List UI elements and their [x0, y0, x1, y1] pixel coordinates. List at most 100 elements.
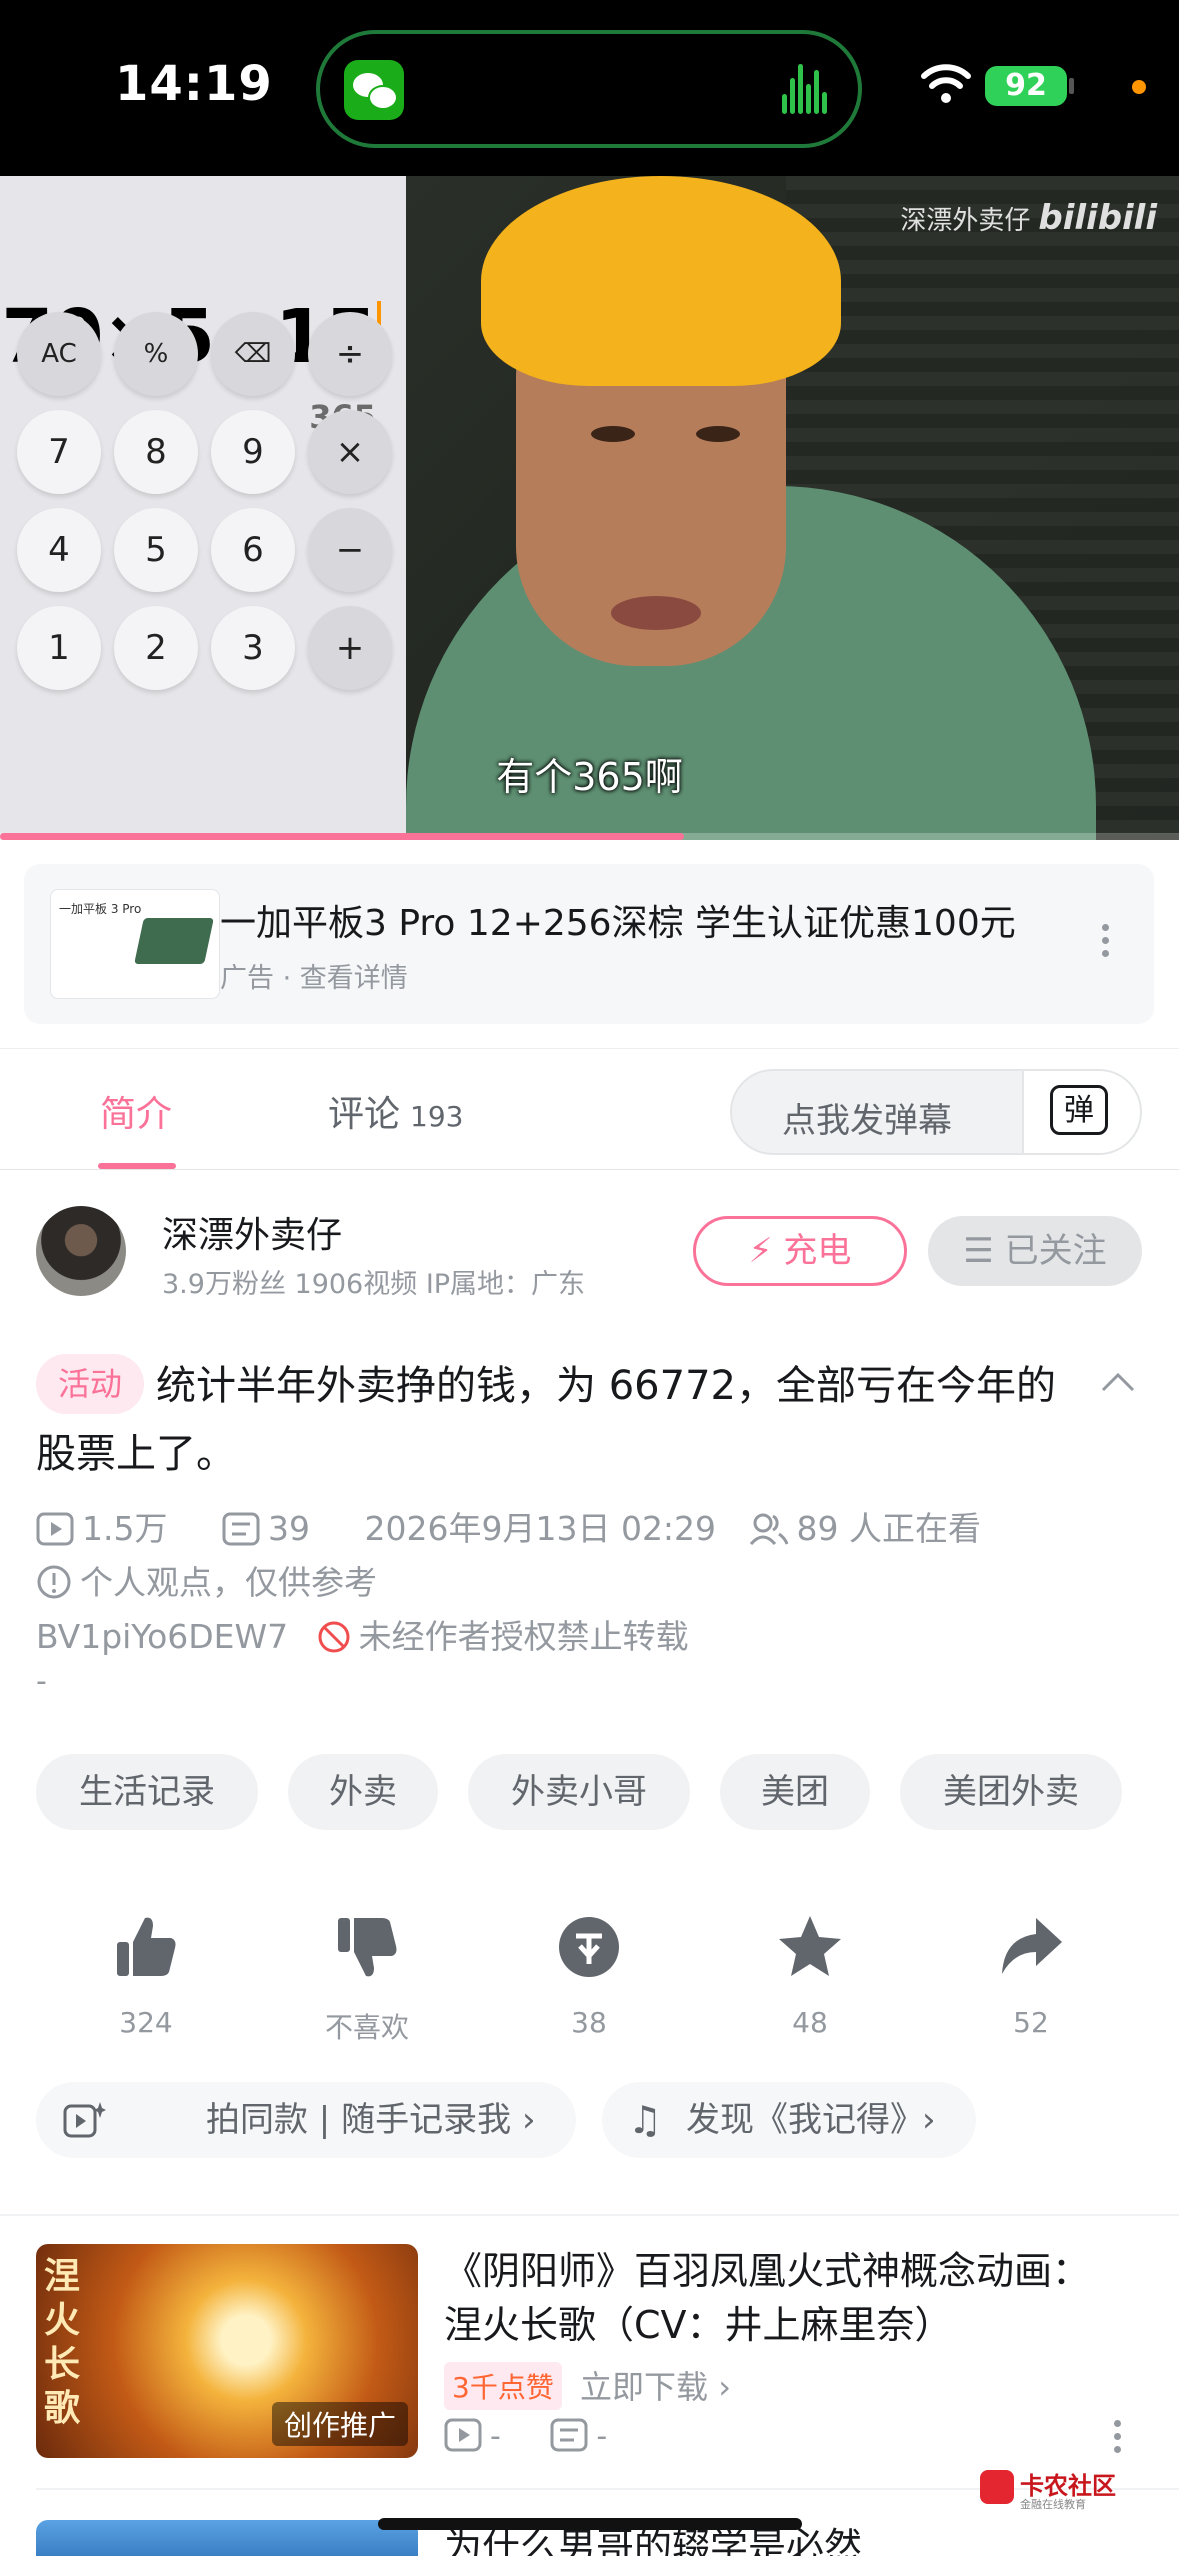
watermark-name: 深漂外卖仔 [900, 206, 1031, 236]
calc-key-three: 3 [211, 606, 295, 690]
dislike-button[interactable]: 不喜欢 [287, 1912, 447, 2046]
tag-chip[interactable]: 美团 [720, 1754, 870, 1830]
coin-count: 38 [571, 2006, 607, 2039]
tag-chip[interactable]: 美团外卖 [900, 1754, 1122, 1830]
chevron-right-icon: › [718, 2368, 731, 2406]
tab-comments-count: 193 [410, 1100, 464, 1133]
wifi-icon [921, 64, 971, 103]
detail-tabs: 简介 评论 193 点我发弹幕 弹 [0, 1048, 1179, 1170]
coin-button[interactable]: 38 [509, 1912, 669, 2039]
video-progress-fill [0, 833, 684, 840]
uploader-stats: 3.9万粉丝 1906视频 IP属地：广东 [162, 1269, 586, 1300]
related-video-title[interactable]: 《阴阳师》百羽凤凰火式神概念动画：涅火长歌（CV：井上麻里奈） [444, 2244, 1094, 2352]
tag-chip[interactable]: 生活记录 [36, 1754, 258, 1830]
site-watermark-sub: 金融在线教育 [1020, 2498, 1086, 2511]
bvid-row: BV1piYo6DEW7 未经作者授权禁止转载 [36, 1610, 689, 1658]
danmaku-placeholder: 点我发弹幕 [782, 1101, 952, 1141]
video-player[interactable]: 70×5+15 365 AC%⌫÷789×456−123+ 深漂外卖仔bilib… [0, 176, 1179, 840]
star-icon [779, 1916, 841, 1976]
activity-badge[interactable]: 活动 [36, 1354, 145, 1414]
danmaku-input[interactable]: 点我发弹幕 弹 [730, 1069, 1142, 1155]
play-count: 1.5万 [82, 1509, 168, 1548]
home-indicator[interactable] [378, 2518, 802, 2530]
ad-more-icon[interactable] [1100, 924, 1110, 964]
danmaku-count: 39 [267, 1509, 310, 1548]
watermark-brand: bilibili [1038, 198, 1157, 238]
video-title: 活动 统计半年外卖挣的钱，为 66772，全部亏在今年的股票上了。 [36, 1352, 1066, 1488]
ad-thumbnail: 一加平板 3 Pro [50, 889, 220, 999]
charge-button[interactable]: ⚡ 充电 [693, 1216, 907, 1286]
tab-comments-label: 评论 [328, 1094, 401, 1135]
uploader-name[interactable]: 深漂外卖仔 [162, 1206, 342, 1258]
video-progress-bar[interactable] [0, 833, 1179, 840]
privacy-dot [1132, 80, 1146, 94]
watching-icon [749, 1513, 788, 1546]
danmaku-count-icon [222, 1512, 260, 1546]
battery-indicator: 92 [985, 66, 1067, 106]
dynamic-island[interactable] [316, 30, 862, 148]
related-video-thumbnail[interactable]: 涅火长歌 创作推广 [36, 2244, 418, 2458]
voice-wave-icon [782, 64, 832, 114]
danmaku-count-icon [550, 2418, 588, 2452]
tab-comments[interactable]: 评论 193 [328, 1085, 463, 1137]
video-frame-person [406, 176, 1179, 840]
calc-key-divide: ÷ [308, 312, 392, 396]
calc-key-six: 6 [211, 508, 295, 592]
play-count-icon [36, 1512, 74, 1546]
like-button[interactable]: 324 [66, 1912, 226, 2039]
favorite-button[interactable]: 48 [730, 1912, 890, 2039]
calc-key-seven: 7 [17, 410, 101, 494]
danmaku-icon: 弹 [1050, 1085, 1108, 1135]
share-count: 52 [1013, 2006, 1049, 2039]
download-link[interactable]: 立即下载 › [580, 2362, 731, 2408]
chevron-up-icon[interactable] [1100, 1370, 1136, 1394]
lightning-icon: ⚡ [748, 1231, 773, 1271]
share-icon [1002, 1918, 1062, 1974]
danmaku-toggle-button[interactable]: 弹 [1022, 1071, 1140, 1153]
related-stats: - - [444, 2418, 607, 2454]
wechat-icon [344, 60, 404, 120]
tab-intro[interactable]: 简介 [100, 1085, 172, 1137]
publish-date: 2026年9月13日 02:29 [364, 1509, 717, 1548]
coin-icon [559, 1917, 619, 1977]
chevron-right-icon: › [522, 2100, 536, 2140]
favorite-count: 48 [792, 2006, 828, 2039]
video-subtitle: 有个365啊 [496, 755, 683, 799]
notice-row: 个人观点，仅供参考 [36, 1556, 377, 1604]
battery-cap [1069, 78, 1074, 94]
related-thumbnail-title: 涅火长歌 [44, 2255, 81, 2429]
next-related-thumbnail[interactable] [36, 2520, 418, 2556]
tab-intro-underline [98, 1163, 176, 1169]
ad-card[interactable]: 一加平板 3 Pro 一加平板3 Pro 12+256深棕 学生认证优惠100元… [24, 864, 1154, 1024]
bvid[interactable]: BV1piYo6DEW7 [36, 1617, 288, 1656]
clock: 14:19 [115, 56, 273, 112]
tag-chip[interactable]: 外卖小哥 [468, 1754, 690, 1830]
follow-button[interactable]: ☰ 已关注 [928, 1216, 1142, 1286]
download-label: 立即下载 [580, 2368, 709, 2406]
kanong-logo-icon [980, 2470, 1014, 2504]
calc-key-backspace: ⌫ [211, 312, 295, 396]
notice-text: 个人观点，仅供参考 [80, 1563, 377, 1602]
like-count: 324 [119, 2006, 173, 2039]
calc-key-multiply: × [308, 410, 392, 494]
calc-key-minus: − [308, 508, 392, 592]
dislike-label: 不喜欢 [324, 2011, 409, 2044]
more-options-icon[interactable] [1112, 2420, 1122, 2460]
uploader-avatar[interactable] [36, 1206, 126, 1296]
video-description: - [36, 1664, 47, 1699]
calc-key-two: 2 [114, 606, 198, 690]
camera-sparkle-icon [63, 2102, 106, 2138]
same-style-chip[interactable]: 拍同款 | 随手记录我 › [36, 2082, 576, 2158]
share-button[interactable]: 52 [951, 1912, 1111, 2039]
tag-chip[interactable]: 外卖 [288, 1754, 438, 1830]
calc-key-eight: 8 [114, 410, 198, 494]
thumbs-down-icon [338, 1918, 397, 1977]
status-bar: 14:19 92 [0, 0, 1179, 176]
calc-key-clear: AC [17, 312, 101, 396]
music-label: 发现《我记得》 [686, 2100, 924, 2140]
follow-label: 已关注 [1004, 1231, 1107, 1271]
music-chip[interactable]: ♫ 发现《我记得》 › [602, 2082, 976, 2158]
video-meta-row: 1.5万 39 2026年9月13日 02:29 89 人正在看 [36, 1502, 1025, 1550]
same-style-label: 拍同款 | 随手记录我 [206, 2100, 512, 2140]
watching-count: 89 人正在看 [796, 1509, 982, 1548]
